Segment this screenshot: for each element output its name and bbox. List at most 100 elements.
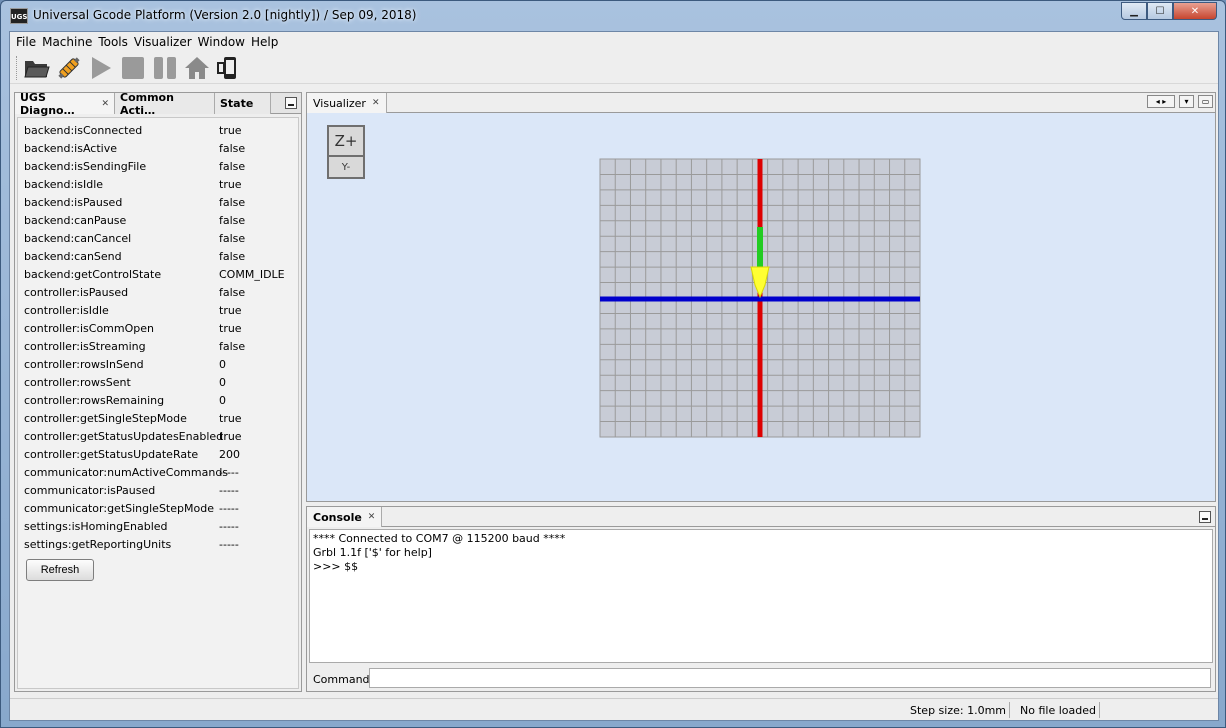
diagnostic-row: backend:isSendingFile false: [24, 158, 294, 176]
tab-list-button[interactable]: ▾: [1179, 95, 1194, 108]
command-label: Command:: [313, 673, 374, 686]
diagnostic-key: backend:isActive: [24, 142, 117, 155]
device-button[interactable]: [215, 54, 243, 82]
diagnostic-value: true: [219, 322, 242, 335]
diagnostic-key: backend:canCancel: [24, 232, 132, 245]
diagnostic-row: controller:isIdle true: [24, 302, 294, 320]
diagnostic-value: true: [219, 124, 242, 137]
diagnostic-row: backend:isPaused false: [24, 194, 294, 212]
scroll-tabs-button[interactable]: ◂ ▸: [1147, 95, 1175, 108]
diagnostic-value: true: [219, 304, 242, 317]
menu-file[interactable]: File: [13, 35, 39, 49]
diagnostic-key: backend:canSend: [24, 250, 122, 263]
client-area: File Machine Tools Visualizer Window Hel…: [9, 31, 1219, 721]
diagnostic-row: settings:isHomingEnabled -----: [24, 518, 294, 536]
play-button[interactable]: [87, 54, 115, 82]
tab-common-actions[interactable]: Common Acti…: [115, 90, 215, 117]
maximize-button[interactable]: ☐: [1147, 2, 1173, 20]
app-icon: UGS: [10, 8, 28, 24]
diagnostic-row: backend:isConnected true: [24, 122, 294, 140]
window-controls: ▁ ☐ ✕: [1121, 2, 1217, 20]
menu-tools[interactable]: Tools: [95, 35, 131, 49]
menu-window[interactable]: Window: [195, 35, 248, 49]
menu-visualizer[interactable]: Visualizer: [131, 35, 195, 49]
diagnostic-row: backend:isActive false: [24, 140, 294, 158]
diagnostic-key: backend:isConnected: [24, 124, 143, 137]
visualizer-canvas[interactable]: Z+ Y-: [307, 113, 1215, 501]
open-file-button[interactable]: [23, 54, 51, 82]
diagnostic-row: controller:rowsInSend 0: [24, 356, 294, 374]
console-tabs: Console ✕: [307, 507, 1215, 527]
toolbar-grip: [16, 55, 17, 80]
diagnostic-value: false: [219, 214, 246, 227]
diagnostic-key: backend:canPause: [24, 214, 127, 227]
diagnostic-row: communicator:getSingleStepMode -----: [24, 500, 294, 518]
diagnostic-row: backend:canPause false: [24, 212, 294, 230]
step-size-status: Step size: 1.0mm: [910, 704, 1006, 717]
diagnostic-row: backend:canCancel false: [24, 230, 294, 248]
minimize-panel-button[interactable]: [285, 97, 297, 109]
window-title: Universal Gcode Platform (Version 2.0 [n…: [33, 8, 417, 22]
diagnostic-value: 0: [219, 358, 226, 371]
diagnostic-key: controller:rowsInSend: [24, 358, 144, 371]
close-icon[interactable]: ✕: [368, 512, 376, 522]
close-button[interactable]: ✕: [1173, 2, 1217, 20]
close-icon: ✕: [1190, 5, 1200, 17]
tab-label: UGS Diagno…: [20, 90, 75, 117]
diagnostic-key: backend:isSendingFile: [24, 160, 147, 173]
diagnostic-value: -----: [219, 484, 239, 497]
status-bar: Step size: 1.0mm No file loaded: [10, 698, 1218, 720]
diagnostic-key: controller:getStatusUpdateRate: [24, 448, 199, 461]
console-line: Grbl 1.1f ['$' for help]: [313, 546, 432, 559]
tab-state[interactable]: State: [215, 93, 271, 114]
maximize-icon: ▭: [1201, 97, 1210, 106]
diagnostic-value: true: [219, 412, 242, 425]
diagnostic-value: true: [219, 430, 242, 443]
home-button[interactable]: [183, 54, 211, 82]
diagnostic-row: communicator:numActiveCommands -----: [24, 464, 294, 482]
diagnostic-key: settings:isHomingEnabled: [24, 520, 168, 533]
tab-label: Common Acti…: [120, 90, 174, 117]
diagnostic-value: false: [219, 232, 246, 245]
minimize-button[interactable]: ▁: [1121, 2, 1147, 20]
menu-help[interactable]: Help: [248, 35, 281, 49]
title-bar[interactable]: UGS Universal Gcode Platform (Version 2.…: [1, 1, 1225, 31]
stop-button[interactable]: [119, 54, 147, 82]
menu-machine[interactable]: Machine: [39, 35, 95, 49]
home-icon: [185, 56, 209, 79]
tab-label: Visualizer: [313, 96, 366, 110]
tab-ugs-diagnostics[interactable]: UGS Diagno… ✕: [15, 90, 115, 117]
tab-visualizer[interactable]: Visualizer ✕: [307, 93, 387, 113]
diagnostic-key: controller:getSingleStepMode: [24, 412, 187, 425]
maximize-panel-button[interactable]: ▭: [1198, 95, 1213, 108]
left-panel: UGS Diagno… ✕ Common Acti… State Refresh…: [14, 90, 302, 692]
chevron-left-right-icon: ◂ ▸: [1155, 97, 1167, 106]
pause-button[interactable]: [151, 54, 179, 82]
minimize-console-button[interactable]: [1199, 511, 1211, 523]
diagnostic-row: backend:getControlState COMM_IDLE: [24, 266, 294, 284]
visualizer-tab-controls: ◂ ▸ ▾ ▭: [1147, 95, 1213, 108]
menu-bar: File Machine Tools Visualizer Window Hel…: [10, 32, 1218, 52]
diagnostic-value: false: [219, 160, 246, 173]
diagnostic-value: -----: [219, 502, 239, 515]
tab-label: State: [220, 97, 254, 110]
diagnostic-key: backend:isIdle: [24, 178, 104, 191]
close-icon[interactable]: ✕: [372, 98, 380, 108]
diagnostic-row: controller:getStatusUpdatesEnabled true: [24, 428, 294, 446]
diagnostic-value: true: [219, 178, 242, 191]
console-output[interactable]: **** Connected to COM7 @ 115200 baud ***…: [309, 529, 1213, 663]
maximize-icon: ☐: [1155, 5, 1165, 17]
work-grid: [599, 158, 921, 438]
connect-button[interactable]: [55, 54, 83, 82]
tab-console[interactable]: Console ✕: [307, 507, 383, 527]
diagnostic-row: backend:canSend false: [24, 248, 294, 266]
diagnostic-value: -----: [219, 520, 239, 533]
diagnostic-value: false: [219, 286, 246, 299]
chevron-down-icon: ▾: [1184, 97, 1189, 106]
close-icon[interactable]: ✕: [101, 99, 109, 109]
connect-plug-icon: [58, 56, 80, 79]
refresh-button[interactable]: Refresh: [26, 559, 94, 581]
diagnostic-key: controller:rowsSent: [24, 376, 131, 389]
pause-icon: [154, 56, 176, 79]
command-input[interactable]: [369, 668, 1211, 688]
